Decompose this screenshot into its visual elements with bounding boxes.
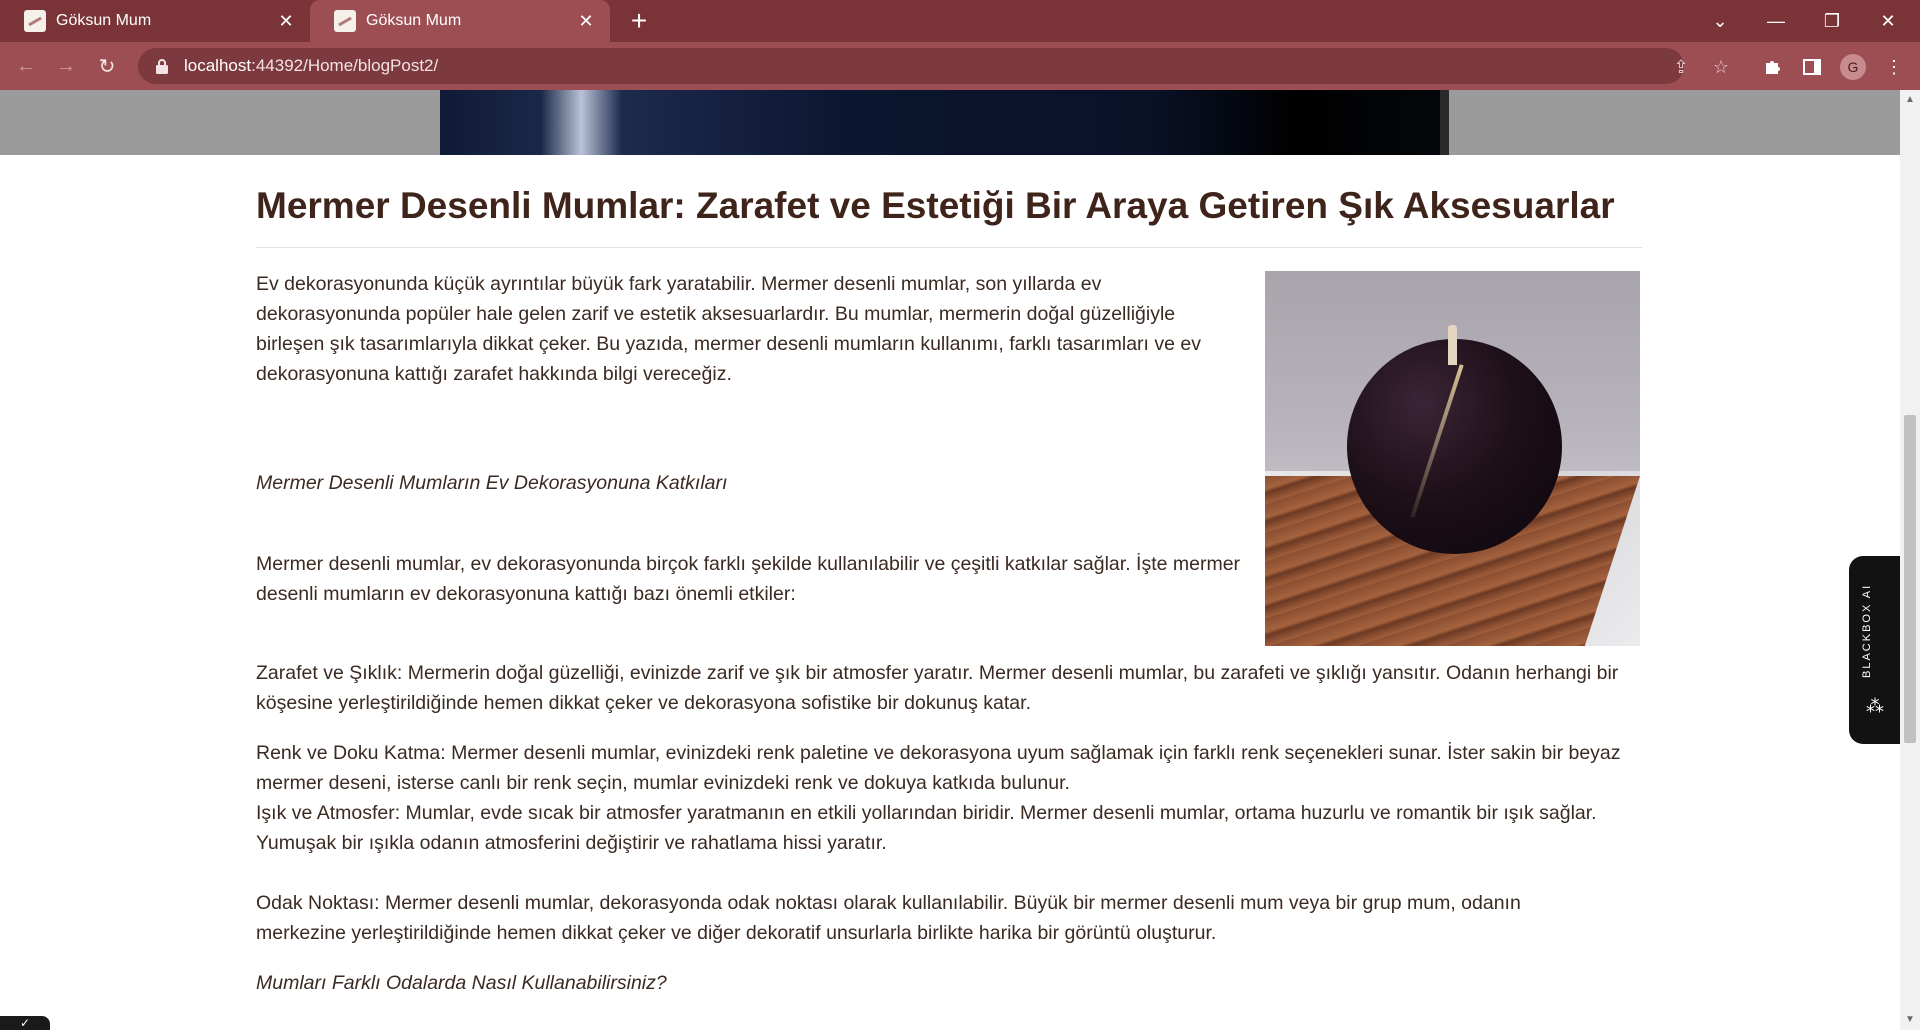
arrow-right-icon[interactable]: → [50, 50, 82, 82]
url-text: localhost:44392/Home/blogPost2/ [184, 56, 439, 75]
tab-goksun-2[interactable]: Göksun Mum ✕ [310, 0, 610, 42]
close-icon[interactable]: ✕ [276, 11, 296, 31]
tab-strip: Göksun Mum ✕ Göksun Mum ✕ + ⌄ — ❐ ✕ [0, 0, 1920, 42]
tab-goksun-1[interactable]: Göksun Mum ✕ [0, 0, 310, 42]
tab-search-chevron-icon[interactable]: ⌄ [1692, 0, 1748, 42]
side-panel-icon[interactable] [1800, 55, 1824, 79]
new-tab-plus-icon[interactable]: + [624, 6, 654, 36]
widget-label: BLACKBOX AI [1861, 583, 1873, 679]
color-light-paragraph: Renk ve Doku Katma: Mermer desenli mumla… [256, 742, 1621, 854]
profile-avatar[interactable]: G [1840, 54, 1866, 80]
window-close-icon[interactable]: ✕ [1860, 0, 1916, 42]
tab-title: Göksun Mum [366, 12, 462, 29]
title-divider [256, 247, 1642, 248]
minimize-icon[interactable]: — [1748, 0, 1804, 42]
subheading-rooms: Mumları Farklı Odalarda Nasıl Kullanabil… [256, 972, 667, 994]
browser-toolbar: ← → ↻ localhost:44392/Home/blogPost2/ ⇪ … [0, 42, 1920, 90]
blackbox-ai-widget[interactable]: BLACKBOX AI ⁂ [1849, 556, 1900, 744]
site-favicon-icon [334, 10, 356, 32]
marble-candle-image [1265, 271, 1640, 646]
elegance-paragraph: Zarafet ve Şıklık: Mermerin doğal güzell… [256, 662, 1619, 714]
scroll-down-arrow-icon[interactable]: ▼ [1900, 1012, 1920, 1028]
hero-image [440, 90, 1449, 155]
intro-paragraph: Ev dekorasyonunda küçük ayrıntılar büyük… [256, 273, 1201, 385]
scrollbar-thumb[interactable] [1904, 415, 1916, 743]
star-icon[interactable]: ☆ [1710, 56, 1732, 78]
kebab-menu-icon[interactable]: ⋮ [1882, 55, 1906, 79]
tab-title: Göksun Mum [56, 12, 152, 29]
address-bar[interactable]: localhost:44392/Home/blogPost2/ ⇪ ☆ [138, 48, 1729, 84]
page-scrollbar[interactable]: ▲ ▼ [1900, 90, 1920, 1030]
focal-point-paragraph: Odak Noktası: Mermer desenli mumlar, dek… [256, 892, 1521, 944]
blackbox-logo-icon: ⁂ [1866, 696, 1884, 716]
site-favicon-icon [24, 10, 46, 32]
hero-banner [0, 90, 1900, 155]
corner-check-icon[interactable]: ✓ [0, 1016, 50, 1030]
reload-icon[interactable]: ↻ [91, 50, 123, 82]
restore-icon[interactable]: ❐ [1804, 0, 1860, 42]
scroll-up-arrow-icon[interactable]: ▲ [1900, 92, 1920, 108]
subheading-contributions: Mermer Desenli Mumların Ev Dekorasyonuna… [256, 472, 728, 494]
arrow-left-icon[interactable]: ← [10, 50, 42, 82]
lock-icon[interactable] [152, 56, 172, 76]
close-icon[interactable]: ✕ [576, 11, 596, 31]
article-title: Mermer Desenli Mumlar: Zarafet ve Esteti… [256, 185, 1615, 226]
puzzle-icon[interactable] [1760, 55, 1784, 79]
page-viewport: Mermer Desenli Mumlar: Zarafet ve Esteti… [0, 90, 1900, 1030]
contributions-paragraph: Mermer desenli mumlar, ev dekorasyonunda… [256, 553, 1241, 605]
share-icon[interactable]: ⇪ [1670, 56, 1692, 78]
